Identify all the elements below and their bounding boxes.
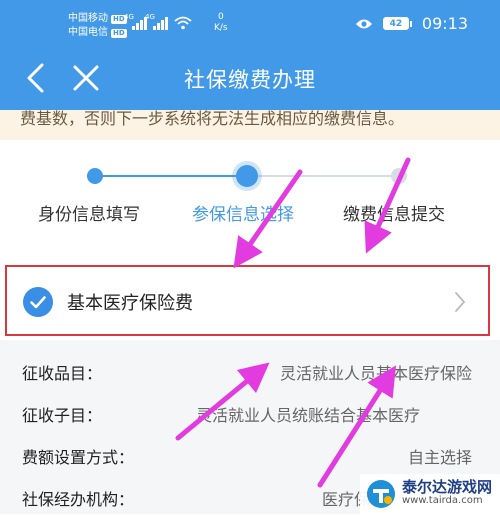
detail-row: 征收子目： 灵活就业人员统账结合基本医疗	[0, 392, 500, 432]
status-right: 42 09:13	[355, 14, 468, 33]
detail-key: 征收品目：	[22, 364, 103, 383]
detail-value: 自主选择	[407, 448, 472, 467]
step-dot-1	[87, 168, 103, 184]
progress-stepper: 身份信息填写 参保信息选择 缴费信息提交	[0, 140, 500, 240]
chevron-right-icon[interactable]	[454, 291, 466, 313]
carrier-2: 中国电信	[68, 27, 108, 38]
speed-unit: K/s	[214, 23, 228, 33]
carrier-1: 中国移动	[68, 13, 108, 24]
watermark-url: www.tairda.com	[402, 495, 483, 506]
step-line-pending	[247, 175, 399, 177]
net-type: 4G	[124, 13, 134, 21]
step-label-2: 参保信息选择	[192, 205, 294, 225]
status-bar: 中国移动 HD 中国电信 HD 4G 4G 0 K/s 42 09:13	[0, 0, 500, 46]
step-label-1: 身份信息填写	[38, 205, 140, 225]
detail-row: 费额设置方式： 自主选择	[0, 434, 500, 474]
detail-value: 灵活就业人员统账结合基本医疗	[195, 406, 420, 425]
signal-icon-2: 4G	[145, 13, 168, 30]
hd-badge-2: HD	[111, 28, 127, 38]
detail-value: 灵活就业人员基本医疗保险	[279, 364, 472, 383]
check-circle-icon[interactable]	[23, 287, 53, 317]
carrier-info: 中国移动 HD 中国电信 HD	[68, 12, 127, 40]
nav-bar: 社保缴费办理	[0, 46, 500, 110]
eye-icon	[355, 19, 372, 28]
detail-row: 征收品目： 灵活就业人员基本医疗保险	[0, 350, 500, 390]
site-logo-icon	[367, 480, 395, 508]
net-type-2: 4G	[145, 13, 155, 21]
detail-key: 费额设置方式：	[22, 448, 135, 467]
insurance-item-medical[interactable]: 基本医疗保险费	[5, 265, 490, 336]
battery-level: 42	[382, 17, 409, 30]
net-speed: 0 K/s	[214, 12, 228, 34]
battery-icon: 42	[382, 17, 412, 30]
wifi-icon	[174, 16, 192, 30]
clock: 09:13	[421, 14, 468, 33]
notice-text: 费基数，否则下一步系统将无法生成相应的缴费信息。	[0, 110, 500, 140]
insurance-item-label: 基本医疗保险费	[67, 293, 193, 314]
step-label-3: 缴费信息提交	[343, 205, 445, 225]
speed-value: 0	[217, 12, 224, 22]
step-dot-2	[236, 165, 258, 187]
step-line-done	[95, 175, 247, 177]
watermark-name: 泰尔达游戏网	[402, 478, 493, 496]
page-title: 社保缴费办理	[184, 68, 316, 92]
detail-key: 社保经办机构：	[22, 490, 135, 509]
signal-indicators: 4G 4G	[124, 13, 192, 30]
watermark: 泰尔达游戏网 www.tairda.com	[360, 474, 500, 514]
step-dot-3	[391, 168, 407, 184]
detail-key: 征收子目：	[22, 406, 103, 425]
